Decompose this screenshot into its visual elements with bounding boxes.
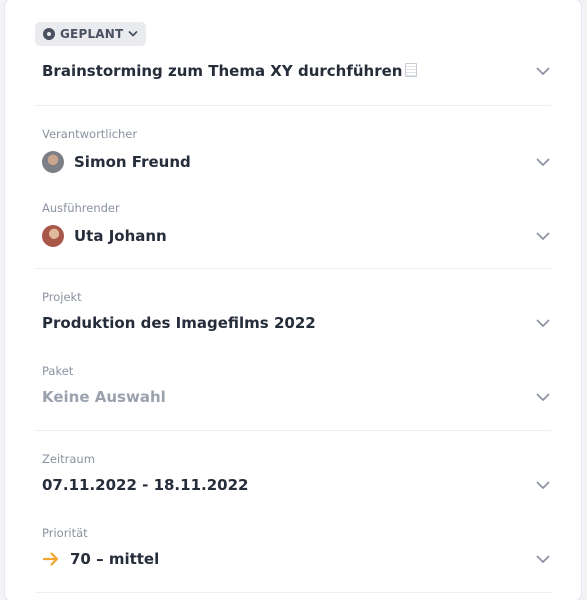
status-label: GEPLANT [60, 27, 124, 41]
divider [35, 105, 551, 106]
responsible-value: Simon Freund [74, 153, 191, 171]
period-label: Zeitraum [42, 452, 95, 466]
divider [35, 268, 551, 269]
project-value: Produktion des Imagefilms 2022 [42, 314, 316, 332]
package-value: Keine Auswahl [42, 388, 166, 406]
chevron-down-icon[interactable] [535, 228, 551, 244]
arrow-right-icon [42, 552, 59, 566]
task-title: Brainstorming zum Thema XY durchführen [42, 62, 418, 80]
chevron-down-icon[interactable] [535, 551, 551, 567]
chevron-down-icon[interactable] [535, 315, 551, 331]
chevron-down-icon[interactable] [535, 154, 551, 170]
executor-value: Uta Johann [74, 227, 167, 245]
priority-select[interactable]: 70 – mittel [42, 550, 551, 568]
avatar [42, 225, 64, 247]
divider [35, 430, 551, 431]
task-title-row[interactable]: Brainstorming zum Thema XY durchführen [42, 62, 551, 80]
divider [35, 592, 551, 593]
document-icon [405, 63, 418, 77]
executor-label: Ausführender [42, 201, 120, 215]
package-label: Paket [42, 364, 74, 378]
responsible-label: Verantwortlicher [42, 127, 138, 141]
status-dropdown[interactable]: GEPLANT [35, 22, 147, 46]
chevron-down-icon [129, 31, 138, 37]
executor-select[interactable]: Uta Johann [42, 225, 551, 247]
avatar [42, 151, 64, 173]
priority-label: Priorität [42, 526, 88, 540]
period-select[interactable]: 07.11.2022 - 18.11.2022 [42, 476, 551, 494]
chevron-down-icon[interactable] [535, 389, 551, 405]
status-dot-icon [43, 28, 55, 40]
project-select[interactable]: Produktion des Imagefilms 2022 [42, 314, 551, 332]
task-detail-card: GEPLANT Brainstorming zum Thema XY durch… [5, 0, 581, 600]
chevron-down-icon[interactable] [535, 477, 551, 493]
responsible-select[interactable]: Simon Freund [42, 151, 551, 173]
priority-value: 70 – mittel [70, 550, 160, 568]
chevron-down-icon[interactable] [535, 63, 551, 79]
package-select[interactable]: Keine Auswahl [42, 388, 551, 406]
period-value: 07.11.2022 - 18.11.2022 [42, 476, 249, 494]
project-label: Projekt [42, 290, 82, 304]
